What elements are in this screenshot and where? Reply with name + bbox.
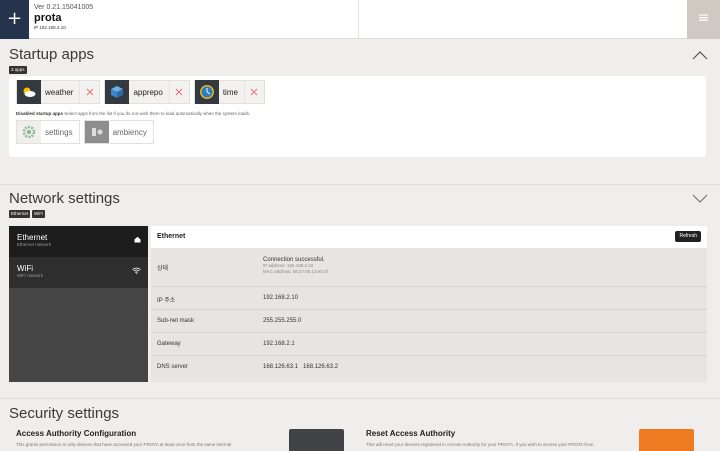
network-item-ethernet[interactable]: Ethernet Ethernet network [9, 226, 148, 257]
access-authority-button[interactable] [289, 429, 344, 451]
app-label: settings [45, 127, 73, 137]
gateway-row: Gateway 192.168.2.1 [151, 333, 707, 356]
ethernet-panel-header: Ethernet Refresh [151, 226, 707, 248]
section-divider [0, 184, 720, 185]
add-button[interactable]: + [0, 0, 29, 39]
status-row: 상태 Connection successful. IP address: 19… [151, 250, 707, 287]
reset-authority-title: Reset Access Authority [366, 429, 456, 438]
network-item-title: WiFi [17, 264, 33, 273]
plus-icon: + [6, 8, 23, 29]
top-bar: + Ver 0.21.15041005 prota IP 192.168.2.1… [0, 0, 720, 39]
hamburger-icon: ≡ [697, 10, 710, 26]
apprepo-icon [105, 80, 130, 104]
remove-time-button[interactable] [243, 81, 264, 103]
gear-icon [17, 121, 41, 143]
ip-row: IP 주소 192.168.2.10 [151, 287, 707, 310]
disabled-app-list: settings ambiency [16, 120, 704, 144]
status-label: 상태 [157, 266, 169, 272]
app-label: apprepo [133, 87, 163, 97]
disabled-apps-description: Disabled startup apps Select apps from t… [16, 111, 704, 116]
status-value: Connection successful. IP address: 192.1… [263, 257, 328, 275]
ip-label: IP 주소 [157, 298, 176, 304]
gateway-label: Gateway [157, 341, 181, 347]
startup-app-time[interactable]: time [193, 80, 265, 104]
clock-icon [194, 80, 219, 104]
startup-app-weather[interactable]: weather [16, 80, 101, 104]
wifi-icon [132, 267, 141, 274]
network-settings-title: Network settings [9, 190, 120, 207]
security-settings-title: Security settings [9, 405, 120, 422]
disabled-app-settings[interactable]: settings [16, 120, 80, 144]
dns-row: DNS server 168.126.63.1 168.126.63.2 [151, 356, 707, 379]
network-list: Ethernet Ethernet network WiFi WiFi netw… [9, 226, 148, 382]
startup-count-badge: 3 apps [9, 66, 27, 74]
network-item-sub: Ethernet network [17, 242, 52, 247]
ethernet-panel: Ethernet Refresh 상태 Connection successfu… [151, 226, 707, 382]
network-item-title: Ethernet [17, 233, 48, 242]
dns-label: DNS server [157, 364, 189, 370]
disabled-app-ambiency[interactable]: ambiency [83, 120, 154, 144]
access-authority-desc: This grants permission to only devices t… [16, 442, 232, 447]
refresh-button[interactable]: Refresh [675, 231, 701, 242]
remove-apprepo-button[interactable] [168, 81, 189, 103]
menu-button[interactable]: ≡ [687, 0, 720, 39]
reset-authority-button[interactable] [639, 429, 694, 451]
startup-app-list: weather apprepo time [16, 80, 265, 104]
subnet-row: Sub-net mask 255.255.255.0 [151, 310, 707, 333]
close-icon [176, 88, 183, 96]
ip-value: 192.168.2.10 [263, 295, 299, 301]
dns-value: 168.126.63.1 168.126.63.2 [263, 364, 339, 370]
disabled-apps-title: Disabled startup apps [16, 111, 64, 116]
home-icon [134, 236, 141, 243]
divider [358, 0, 359, 39]
subnet-label: Sub-net mask [157, 318, 195, 324]
access-authority-title: Access Authority Configuration [16, 429, 137, 438]
network-tags: Ethernet WiFi [9, 210, 46, 218]
tag-ethernet: Ethernet [9, 210, 31, 218]
remove-weather-button[interactable] [79, 81, 99, 103]
reset-authority-desc: This will reset your devices registered … [366, 442, 594, 447]
close-icon [86, 88, 94, 96]
device-name: prota [34, 12, 62, 24]
weather-icon [17, 80, 41, 104]
app-label: ambiency [112, 127, 147, 137]
network-item-sub: WiFi network [17, 273, 44, 278]
status-mac: MAC address: b8:27:eb:13:e0:3f [263, 269, 328, 274]
chevron-down-icon[interactable] [692, 194, 708, 204]
subnet-value: 255.255.255.0 [263, 318, 302, 324]
startup-apps-title: Startup apps [9, 46, 95, 63]
startup-app-apprepo[interactable]: apprepo [104, 80, 190, 104]
ethernet-panel-title: Ethernet [157, 233, 186, 240]
disabled-startup-apps: Disabled startup apps Select apps from t… [16, 111, 704, 154]
startup-card: weather apprepo time Disabled startup ap… [9, 76, 706, 157]
version-label: Ver 0.21.15041005 [34, 4, 94, 11]
ambiency-icon [84, 121, 109, 143]
device-ip: IP 192.168.2.10 [34, 25, 66, 30]
app-label: time [222, 87, 238, 97]
chevron-up-icon[interactable] [692, 50, 708, 60]
app-label: weather [45, 87, 74, 97]
network-item-wifi[interactable]: WiFi WiFi network [9, 257, 148, 288]
tag-wifi: WiFi [32, 210, 46, 218]
gateway-value: 192.168.2.1 [263, 341, 295, 347]
device-info: Ver 0.21.15041005 prota IP 192.168.2.10 [34, 4, 93, 31]
disabled-apps-desc: Select apps from the list if you do not … [64, 111, 251, 116]
section-divider [0, 398, 720, 399]
close-icon [251, 88, 258, 96]
